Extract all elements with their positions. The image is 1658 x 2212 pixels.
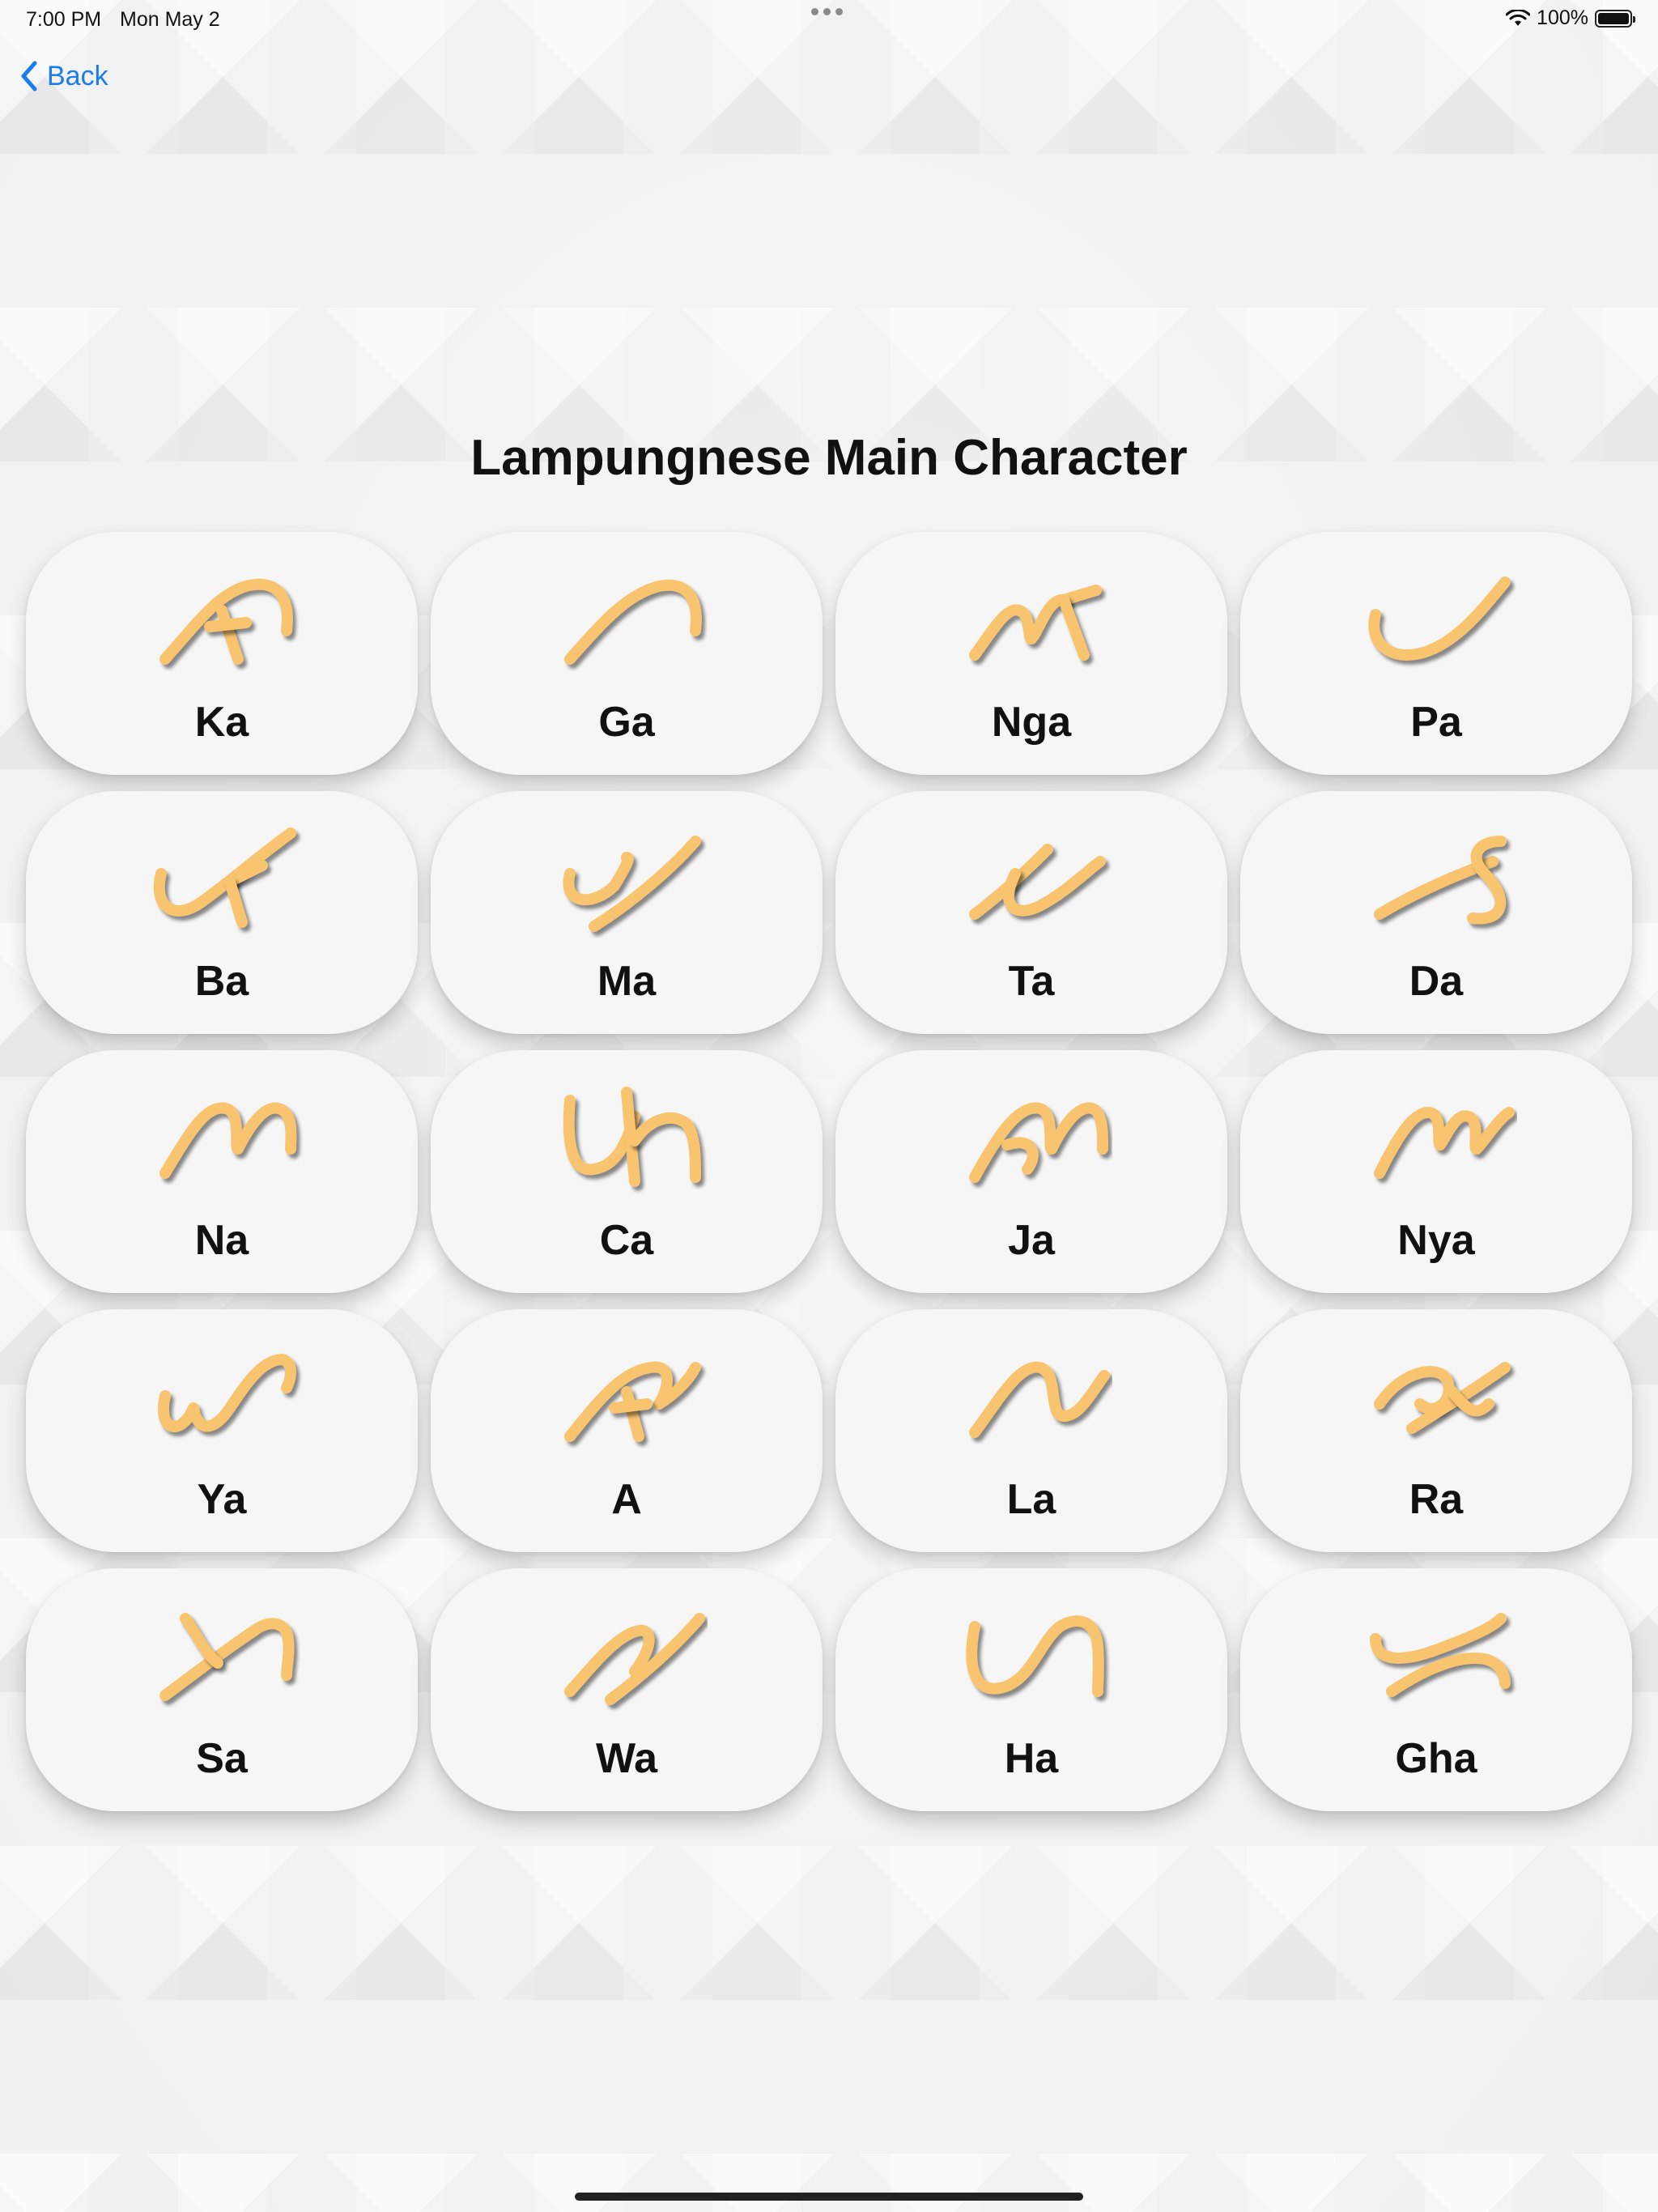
- character-label: La: [1006, 1476, 1056, 1523]
- character-card-ya[interactable]: Ya: [26, 1309, 418, 1552]
- character-card-ga[interactable]: Ga: [431, 532, 823, 775]
- character-card-da[interactable]: Da: [1240, 791, 1632, 1034]
- character-label: Nya: [1397, 1217, 1475, 1264]
- wifi-icon: [1506, 9, 1531, 26]
- lampung-nga-glyph-icon: [969, 585, 1102, 661]
- character-label: Ja: [1008, 1217, 1055, 1264]
- character-card-na[interactable]: Na: [26, 1050, 418, 1293]
- character-card-ba[interactable]: Ba: [26, 791, 418, 1034]
- character-card-ma[interactable]: Ma: [431, 791, 823, 1034]
- character-card-sa[interactable]: Sa: [26, 1568, 418, 1811]
- lampung-ja-glyph-icon: [969, 1102, 1109, 1183]
- multitasking-dots-icon[interactable]: [811, 8, 843, 15]
- lampung-ga-glyph-icon: [564, 579, 702, 665]
- character-label: Da: [1409, 958, 1464, 1005]
- character-card-wa[interactable]: Wa: [431, 1568, 823, 1811]
- back-label: Back: [47, 60, 108, 91]
- lampung-ka-glyph-icon: [159, 578, 293, 665]
- lampung-nya-glyph-icon: [1374, 1107, 1515, 1179]
- character-label: Na: [194, 1217, 249, 1264]
- lampung-ta-glyph-icon: [969, 844, 1106, 920]
- character-card-ja[interactable]: Ja: [835, 1050, 1227, 1293]
- character-label: Wa: [595, 1735, 658, 1782]
- lampung-gha-glyph-icon: [1370, 1613, 1511, 1697]
- lampung-da-glyph-icon: [1374, 836, 1507, 925]
- character-label: Ra: [1409, 1476, 1464, 1523]
- page-title: Lampungnese Main Character: [470, 430, 1188, 486]
- character-label: Ba: [194, 958, 249, 1005]
- character-card-a[interactable]: A: [431, 1309, 823, 1552]
- status-date: Mon May 2: [120, 8, 220, 31]
- lampung-wa-glyph-icon: [564, 1613, 705, 1705]
- character-label: Pa: [1410, 699, 1462, 746]
- character-card-pa[interactable]: Pa: [1240, 532, 1632, 775]
- character-grid: Ka Ga Nga Pa Ba Ma Ta Da Na Ca Ja Nya Ya…: [26, 532, 1632, 1811]
- lampung-sa-glyph-icon: [159, 1613, 295, 1701]
- character-label: Nga: [991, 699, 1072, 746]
- character-label: Sa: [196, 1735, 248, 1782]
- lampung-pa-glyph-icon: [1368, 576, 1511, 661]
- character-label: Ya: [197, 1476, 247, 1523]
- status-bar: 7:00 PM Mon May 2 100%: [0, 0, 1658, 39]
- character-card-nya[interactable]: Nya: [1240, 1050, 1632, 1293]
- character-label: Ca: [599, 1217, 654, 1264]
- character-card-ra[interactable]: Ra: [1240, 1309, 1632, 1552]
- character-label: Ha: [1004, 1735, 1059, 1782]
- character-label: A: [611, 1476, 642, 1523]
- lampung-la-glyph-icon: [969, 1361, 1110, 1438]
- status-right: 100%: [1506, 6, 1635, 30]
- lampung-ca-glyph-icon: [563, 1087, 701, 1187]
- character-card-ta[interactable]: Ta: [835, 791, 1227, 1034]
- character-card-la[interactable]: La: [835, 1309, 1227, 1552]
- character-label: Gha: [1395, 1735, 1477, 1782]
- back-button[interactable]: Back: [19, 60, 108, 92]
- lampung-ha-glyph-icon: [966, 1615, 1104, 1697]
- character-card-ca[interactable]: Ca: [431, 1050, 823, 1293]
- character-label: Ga: [598, 699, 655, 746]
- character-card-gha[interactable]: Gha: [1240, 1568, 1632, 1811]
- home-indicator[interactable]: [575, 2193, 1083, 2201]
- lampung-na-glyph-icon: [159, 1102, 297, 1179]
- lampung-ma-glyph-icon: [563, 836, 701, 932]
- character-card-ha[interactable]: Ha: [835, 1568, 1227, 1811]
- character-card-nga[interactable]: Nga: [835, 532, 1227, 775]
- battery-percent: 100%: [1537, 6, 1588, 29]
- character-label: Ka: [194, 699, 249, 746]
- character-label: Ta: [1008, 958, 1055, 1005]
- lampung-ya-glyph-icon: [158, 1354, 296, 1432]
- character-card-ka[interactable]: Ka: [26, 532, 418, 775]
- chevron-left-icon: [21, 61, 37, 91]
- battery-icon: [1595, 9, 1635, 28]
- character-label: Ma: [597, 958, 657, 1005]
- lampung-ba-glyph-icon: [153, 827, 296, 928]
- lampung-a-glyph-icon: [564, 1361, 701, 1442]
- lampung-ra-glyph-icon: [1374, 1362, 1511, 1434]
- status-time: 7:00 PM: [26, 8, 102, 31]
